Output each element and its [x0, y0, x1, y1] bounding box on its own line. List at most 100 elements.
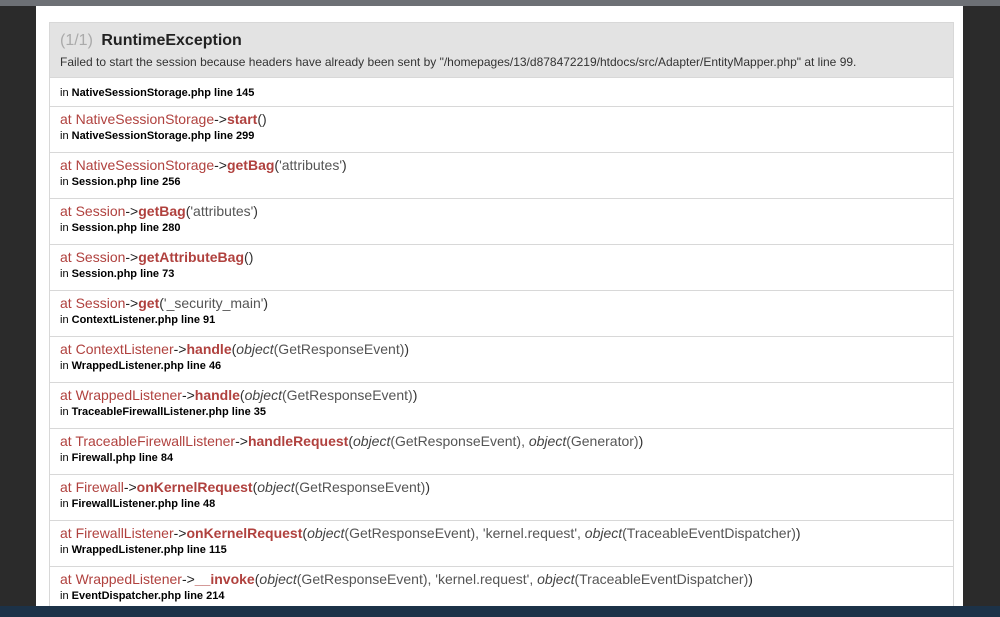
trace-method: __invoke [194, 571, 255, 587]
trace-class[interactable]: Firewall [76, 479, 124, 495]
trace-location: in NativeSessionStorage.php line 299 [60, 129, 943, 143]
trace-location: in Session.php line 256 [60, 175, 943, 189]
exception-title: (1/1) RuntimeException [60, 31, 943, 51]
trace-item: at WrappedListener->handle(object(GetRes… [49, 383, 954, 429]
trace-at: at [60, 525, 72, 541]
trace-call: at Session->getBag('attributes') [60, 202, 943, 221]
trace-item: at WrappedListener->__invoke(object(GetR… [49, 567, 954, 606]
trace-file[interactable]: NativeSessionStorage.php line 145 [72, 87, 255, 99]
trace-method: handle [194, 387, 240, 403]
trace-at: at [60, 571, 72, 587]
exception-type: RuntimeException [101, 32, 242, 49]
trace-method: handleRequest [247, 433, 349, 449]
trace-location: in EventDispatcher.php line 214 [60, 589, 943, 603]
trace-at: at [60, 203, 72, 219]
trace-arg-type[interactable]: object [245, 387, 282, 403]
trace-location: in Firewall.php line 84 [60, 451, 943, 465]
trace-class[interactable]: Session [76, 203, 126, 219]
trace-arg-value: (GetResponseEvent), 'kernel.request', [296, 571, 538, 587]
trace-method: start [226, 111, 258, 127]
trace-file[interactable]: Session.php line 73 [72, 268, 175, 280]
trace-close-paren: ) [263, 295, 269, 311]
trace-method: onKernelRequest [186, 525, 303, 541]
trace-file[interactable]: FirewallListener.php line 48 [72, 498, 216, 510]
trace-file[interactable]: WrappedListener.php line 46 [72, 360, 222, 372]
trace-file[interactable]: Session.php line 280 [72, 222, 181, 234]
trace-class[interactable]: NativeSessionStorage [76, 157, 215, 173]
trace-arrow: -> [214, 111, 227, 127]
trace-item: at Session->getAttributeBag() in Session.… [49, 245, 954, 291]
trace-item: at TraceableFirewallListener->handleRequ… [49, 429, 954, 475]
stack-trace: in NativeSessionStorage.php line 145 at … [49, 78, 954, 606]
trace-call: at WrappedListener->__invoke(object(GetR… [60, 570, 943, 589]
trace-arg-type[interactable]: object [307, 525, 344, 541]
trace-method: getBag [138, 203, 186, 219]
trace-class[interactable]: Session [76, 295, 126, 311]
trace-arg-type[interactable]: object [585, 525, 622, 541]
trace-item: at NativeSessionStorage->start() in Nativ… [49, 107, 954, 153]
trace-args: object(GetResponseEvent), object(Generat… [353, 433, 639, 449]
trace-item: at FirewallListener->onKernelRequest(obj… [49, 521, 954, 567]
trace-origin: in NativeSessionStorage.php line 145 [49, 78, 954, 107]
trace-class[interactable]: WrappedListener [76, 387, 182, 403]
trace-method: onKernelRequest [136, 479, 253, 495]
trace-close-paren: ) [404, 341, 410, 357]
trace-arrow: -> [181, 571, 195, 587]
trace-close-paren: ) [412, 387, 418, 403]
trace-call: at Firewall->onKernelRequest(object(GetR… [60, 478, 943, 497]
trace-arrow: -> [173, 525, 187, 541]
trace-arg-type[interactable]: object [529, 433, 566, 449]
trace-file[interactable]: WrappedListener.php line 115 [72, 544, 227, 556]
trace-arg-value: (TraceableEventDispatcher) [622, 525, 796, 541]
exception-counter: (1/1) [60, 32, 93, 49]
trace-arg-type[interactable]: object [257, 479, 294, 495]
trace-arg-type[interactable]: object [236, 341, 273, 357]
trace-file[interactable]: Firewall.php line 84 [72, 452, 173, 464]
trace-call: at FirewallListener->onKernelRequest(obj… [60, 524, 943, 543]
trace-file[interactable]: TraceableFirewallListener.php line 35 [72, 406, 266, 418]
trace-file[interactable]: Session.php line 256 [72, 176, 181, 188]
trace-call: at Session->get('_security_main') [60, 294, 943, 313]
trace-call: at Session->getAttributeBag() [60, 248, 943, 267]
trace-file[interactable]: NativeSessionStorage.php line 299 [72, 130, 255, 142]
trace-arg-value: (TraceableEventDispatcher) [574, 571, 749, 587]
trace-arg-type[interactable]: object [353, 433, 390, 449]
trace-close-paren: ) [638, 433, 644, 449]
exception-block: (1/1) RuntimeException Failed to start t… [49, 22, 954, 606]
trace-class[interactable]: TraceableFirewallListener [75, 433, 235, 449]
trace-file[interactable]: ContextListener.php line 91 [72, 314, 216, 326]
trace-args: 'attributes' [190, 203, 254, 219]
trace-arrow: -> [173, 341, 187, 357]
trace-location: in Session.php line 73 [60, 267, 943, 281]
trace-method: get [138, 295, 160, 311]
trace-arg-type[interactable]: object [537, 571, 574, 587]
trace-args: '_security_main' [163, 295, 264, 311]
trace-call: at TraceableFirewallListener->handleRequ… [60, 432, 943, 451]
trace-in: in [60, 87, 69, 99]
trace-class[interactable]: Session [76, 249, 126, 265]
trace-class[interactable]: ContextListener [76, 341, 174, 357]
trace-in: in [60, 590, 69, 602]
trace-call: at NativeSessionStorage->getBag('attribu… [60, 156, 943, 175]
trace-at: at [60, 341, 72, 357]
trace-in: in [60, 222, 69, 234]
trace-at: at [60, 479, 72, 495]
trace-file[interactable]: EventDispatcher.php line 214 [72, 590, 225, 602]
trace-class[interactable]: WrappedListener [76, 571, 182, 587]
trace-in: in [60, 176, 69, 188]
trace-close-paren: ) [425, 479, 431, 495]
trace-arg-value: (Generator) [566, 433, 639, 449]
trace-close-paren: ) [342, 157, 347, 173]
trace-arrow: -> [125, 249, 139, 265]
trace-in: in [60, 452, 69, 464]
trace-arrow: -> [125, 203, 139, 219]
trace-class[interactable]: FirewallListener [76, 525, 174, 541]
trace-item: at Session->getBag('attributes') in Sessi… [49, 199, 954, 245]
trace-args: 'attributes' [279, 157, 343, 173]
trace-class[interactable]: NativeSessionStorage [76, 111, 215, 127]
trace-close-paren: ) [261, 111, 267, 127]
trace-method: getAttributeBag [138, 249, 245, 265]
trace-arg-type[interactable]: object [259, 571, 296, 587]
exception-message: Failed to start the session because head… [60, 55, 857, 69]
trace-item: at NativeSessionStorage->getBag('attribu… [49, 153, 954, 199]
